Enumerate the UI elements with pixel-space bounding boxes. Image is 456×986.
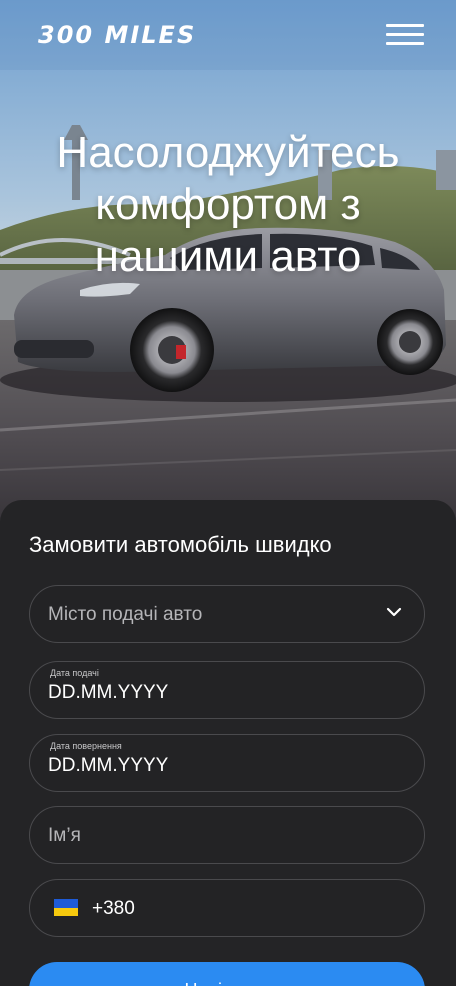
chevron-down-icon [386,607,402,617]
name-input-placeholder: Ім’я [48,825,81,846]
hero-title: Насолоджуйтесь комфортом з нашими авто [56,128,400,282]
hamburger-menu-button[interactable] [386,24,424,46]
submit-button[interactable]: Надіслати [29,962,425,986]
top-header: 300 MILES [0,0,456,70]
city-select-placeholder: Місто подачі авто [48,604,203,625]
hamburger-icon-line-2 [386,33,424,36]
ukraine-flag-icon [54,899,78,916]
form-title: Замовити автомобіль швидко [29,532,332,557]
hamburger-icon [386,24,424,27]
pickup-date-value: DD.MM.YYYY [48,682,169,703]
brand-logo[interactable]: 300 MILES [38,21,196,49]
booking-form-panel: Замовити автомобіль швидко Місто подачі … [0,500,456,986]
hamburger-icon-line-3 [386,42,424,45]
phone-input[interactable]: +380 [29,879,425,937]
pickup-date-field[interactable]: Дата подачі DD.MM.YYYY [29,661,425,719]
return-date-label: Дата повернення [50,741,122,751]
name-input[interactable]: Ім’я [29,806,425,864]
city-select[interactable]: Місто подачі авто [29,585,425,643]
hero-section: 300 MILES Насолоджуйтесь комфортом з наш… [0,0,456,560]
return-date-value: DD.MM.YYYY [48,755,169,776]
phone-country-code: +380 [92,898,135,919]
return-date-field[interactable]: Дата повернення DD.MM.YYYY [29,734,425,792]
pickup-date-label: Дата подачі [50,668,99,678]
page: 300 MILES Насолоджуйтесь комфортом з наш… [0,0,456,986]
